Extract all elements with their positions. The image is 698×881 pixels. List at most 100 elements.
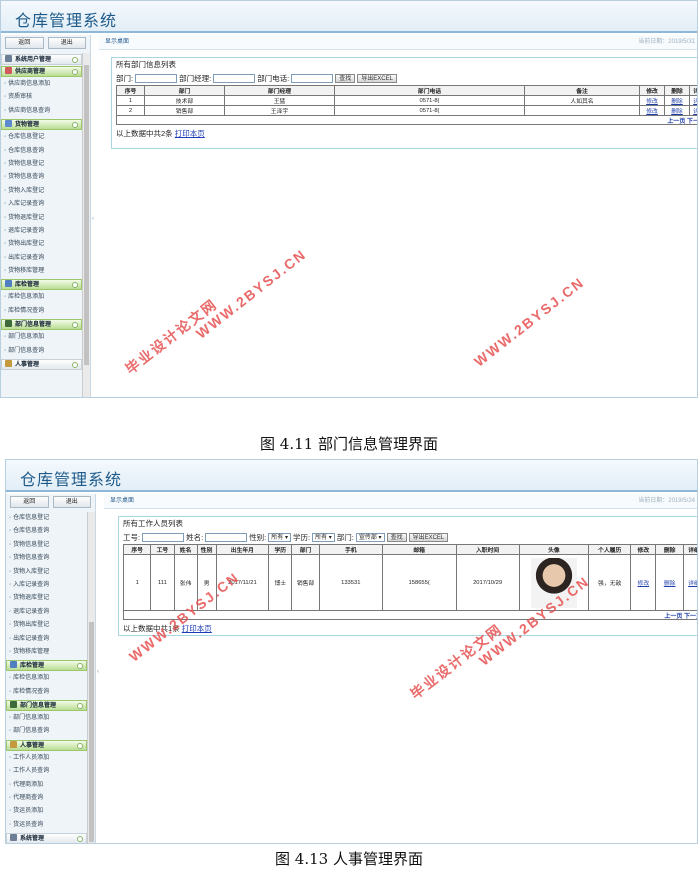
sidebar-item[interactable]: 仓库信息登记 [6,512,87,525]
sidebar-item[interactable]: 仓库信息查询 [1,145,82,158]
back-button[interactable]: 返回 [10,496,49,508]
manager-input[interactable] [213,74,256,83]
expand-toggle-icon[interactable] [72,362,78,369]
sidebar-item[interactable]: 供应商信息添加 [1,78,82,91]
sidebar-item[interactable]: 代理商添加 [6,779,87,792]
pager[interactable]: 上一页 下一页 [116,116,697,125]
sidebar-item[interactable]: 退库记录查询 [6,606,87,619]
sidebar-item[interactable]: 代理商查询 [6,792,87,805]
logout-button[interactable]: 退出 [47,37,86,49]
expand-toggle-icon[interactable] [72,322,78,329]
collapse-toggle[interactable]: ‹ [96,494,104,843]
edit-link[interactable]: 修改 [646,109,658,115]
sidebar-section[interactable]: 库检管理 [6,660,87,672]
sidebar-section[interactable]: 系统管理 [6,833,87,843]
sidebar-item[interactable]: 退库记录查询 [1,225,82,238]
sidebar-item[interactable]: 出库记录查询 [6,633,87,646]
delete-link[interactable]: 删除 [664,581,676,587]
sidebar-item[interactable]: 货物信息查询 [1,171,82,184]
print-link[interactable]: 打印本页 [175,129,205,138]
sidebar-item[interactable]: 货物入库登记 [6,566,87,579]
search-button[interactable]: 查找 [386,533,407,542]
sidebar-item[interactable]: 入库记录查询 [6,579,87,592]
name-input[interactable] [205,533,248,542]
column-header: 删除 [655,544,684,555]
edit-link[interactable]: 修改 [638,581,650,587]
sidebar-item[interactable]: 入库记录查询 [1,198,82,211]
back-button[interactable]: 返回 [5,37,44,49]
detail-link[interactable]: 详细 [688,581,697,587]
column-header: 部门 [291,544,320,555]
sidebar-item[interactable]: 货物信息登记 [6,539,87,552]
sidebar-item[interactable]: 资质审核 [1,91,82,104]
print-link[interactable]: 打印本页 [182,624,212,633]
sidebar-item[interactable]: 仓库信息查询 [6,525,87,538]
sidebar-item[interactable]: 货物退库登记 [6,592,87,605]
sidebar-item[interactable]: 货运员添加 [6,805,87,818]
sidebar-item[interactable]: 货物入库登记 [1,185,82,198]
search-button[interactable]: 查找 [335,74,356,83]
sidebar-item[interactable]: 部门信息查询 [6,725,87,738]
sidebar-item[interactable]: 部门信息添加 [6,712,87,725]
sidebar-item[interactable]: 库检信息添加 [1,291,82,304]
expand-toggle-icon[interactable] [72,282,78,289]
breadcrumb[interactable]: 显示桌面 [105,39,129,45]
sidebar-section[interactable]: 部门信息管理 [6,700,87,712]
sidebar-item[interactable]: 部门信息查询 [1,345,82,358]
logout-button[interactable]: 退出 [52,496,91,508]
expand-toggle-icon[interactable] [77,742,83,749]
id-input[interactable] [142,533,185,542]
expand-toggle-icon[interactable] [77,703,83,710]
dept-input[interactable] [135,74,178,83]
sidebar-item[interactable]: 货物退库登记 [1,212,82,225]
sidebar-item[interactable]: 货物信息登记 [1,158,82,171]
expand-toggle-icon[interactable] [72,57,78,63]
sidebar-item[interactable]: 供应商信息查询 [1,105,82,118]
sidebar-item[interactable]: 工作人员查询 [6,765,87,778]
sidebar-item[interactable]: 仓库信息登记 [1,131,82,144]
sidebar-item[interactable]: 货运员查询 [6,819,87,832]
sidebar-item[interactable]: 工作人员添加 [6,752,87,765]
expand-toggle-icon[interactable] [77,836,83,843]
dept-select[interactable]: 宣传部 ▾ [355,533,385,542]
sidebar-section[interactable]: 人事管理 [1,359,82,371]
sidebar-item[interactable]: 货物移库管理 [6,646,87,659]
edit-link[interactable]: 修改 [646,99,658,105]
detail-link[interactable]: 详细 [693,99,697,105]
dept-label: 部门: [116,74,134,83]
expand-toggle-icon[interactable] [77,663,83,670]
pager[interactable]: 上一页 下一页 [123,611,697,620]
sidebar-item[interactable]: 货物信息查询 [6,552,87,565]
sidebar-section[interactable]: 部门信息管理 [1,319,82,331]
export-excel-button[interactable]: 导出EXCEL [357,74,397,83]
sidebar-item[interactable]: 部门信息添加 [1,331,82,344]
table-cell: 1 [116,95,145,106]
sidebar-section[interactable]: 货物管理 [1,119,82,131]
delete-link[interactable]: 删除 [671,99,683,105]
sidebar-item[interactable]: 库检情况查询 [6,686,87,699]
sidebar-section[interactable]: 供应商管理 [1,66,82,77]
sidebar-scrollbar[interactable] [87,512,95,843]
expand-toggle-icon[interactable] [72,69,78,75]
main-content: 显示桌面 当前日期：2019/5/24 所有工作人员列表 工号: 姓名: 性别:… [104,494,697,843]
expand-toggle-icon[interactable] [72,122,78,129]
collapse-toggle[interactable]: ‹ [91,35,99,397]
sidebar-item[interactable]: 出库记录查询 [1,252,82,265]
sidebar-section[interactable]: 库检管理 [1,279,82,291]
sidebar-section[interactable]: 人事管理 [6,739,87,751]
gender-select[interactable]: 所有 ▾ [268,533,291,542]
delete-link[interactable]: 删除 [671,109,683,115]
detail-link[interactable]: 详细 [693,109,697,115]
sidebar-scrollbar[interactable] [82,53,90,397]
breadcrumb[interactable]: 显示桌面 [110,498,134,504]
sidebar-item[interactable]: 货物出库登记 [1,238,82,251]
edu-select[interactable]: 所有 ▾ [312,533,335,542]
table-cell [518,554,590,611]
sidebar-item[interactable]: 货物移库管理 [1,265,82,278]
sidebar-item[interactable]: 库检情况查询 [1,305,82,318]
sidebar-section[interactable]: 系统用户管理 [1,54,82,65]
sidebar-item[interactable]: 库检信息添加 [6,672,87,685]
export-excel-button[interactable]: 导出EXCEL [408,533,449,542]
phone-input[interactable] [291,74,334,83]
sidebar-item[interactable]: 货物出库登记 [6,619,87,632]
